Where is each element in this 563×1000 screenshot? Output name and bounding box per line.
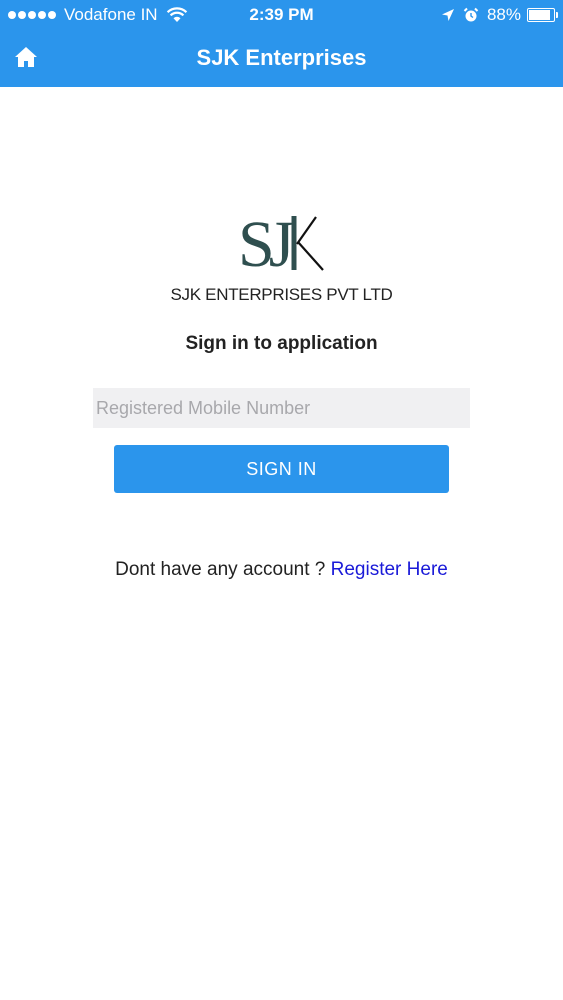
alarm-icon xyxy=(463,7,479,22)
login-screen: Vodafone IN 2:39 PM 88% SJK Enterprises … xyxy=(0,0,563,1000)
battery-fill xyxy=(529,10,551,20)
signin-button[interactable]: SIGN IN xyxy=(114,445,449,493)
svg-text:SJ: SJ xyxy=(238,208,294,278)
app-title: SJK Enterprises xyxy=(196,45,367,70)
sjk-logo-icon: SJ xyxy=(238,208,324,278)
battery-icon xyxy=(527,8,558,22)
location-arrow-icon xyxy=(441,9,454,21)
app-bar: Vodafone IN 2:39 PM 88% SJK Enterprises xyxy=(0,0,563,87)
register-prompt-text: Dont have any account ? xyxy=(115,559,331,580)
register-prompt: Dont have any account ? Register Here xyxy=(0,559,563,581)
register-link[interactable]: Register Here xyxy=(331,559,448,580)
status-bar-right: 88% xyxy=(441,4,558,26)
battery-percent: 88% xyxy=(486,5,521,24)
status-bar: Vodafone IN 2:39 PM 88% xyxy=(0,0,563,30)
company-name: SJK ENTERPRISES PVT LTD xyxy=(170,285,393,304)
mobile-number-input[interactable] xyxy=(93,388,470,428)
signin-heading: Sign in to application xyxy=(185,333,378,354)
